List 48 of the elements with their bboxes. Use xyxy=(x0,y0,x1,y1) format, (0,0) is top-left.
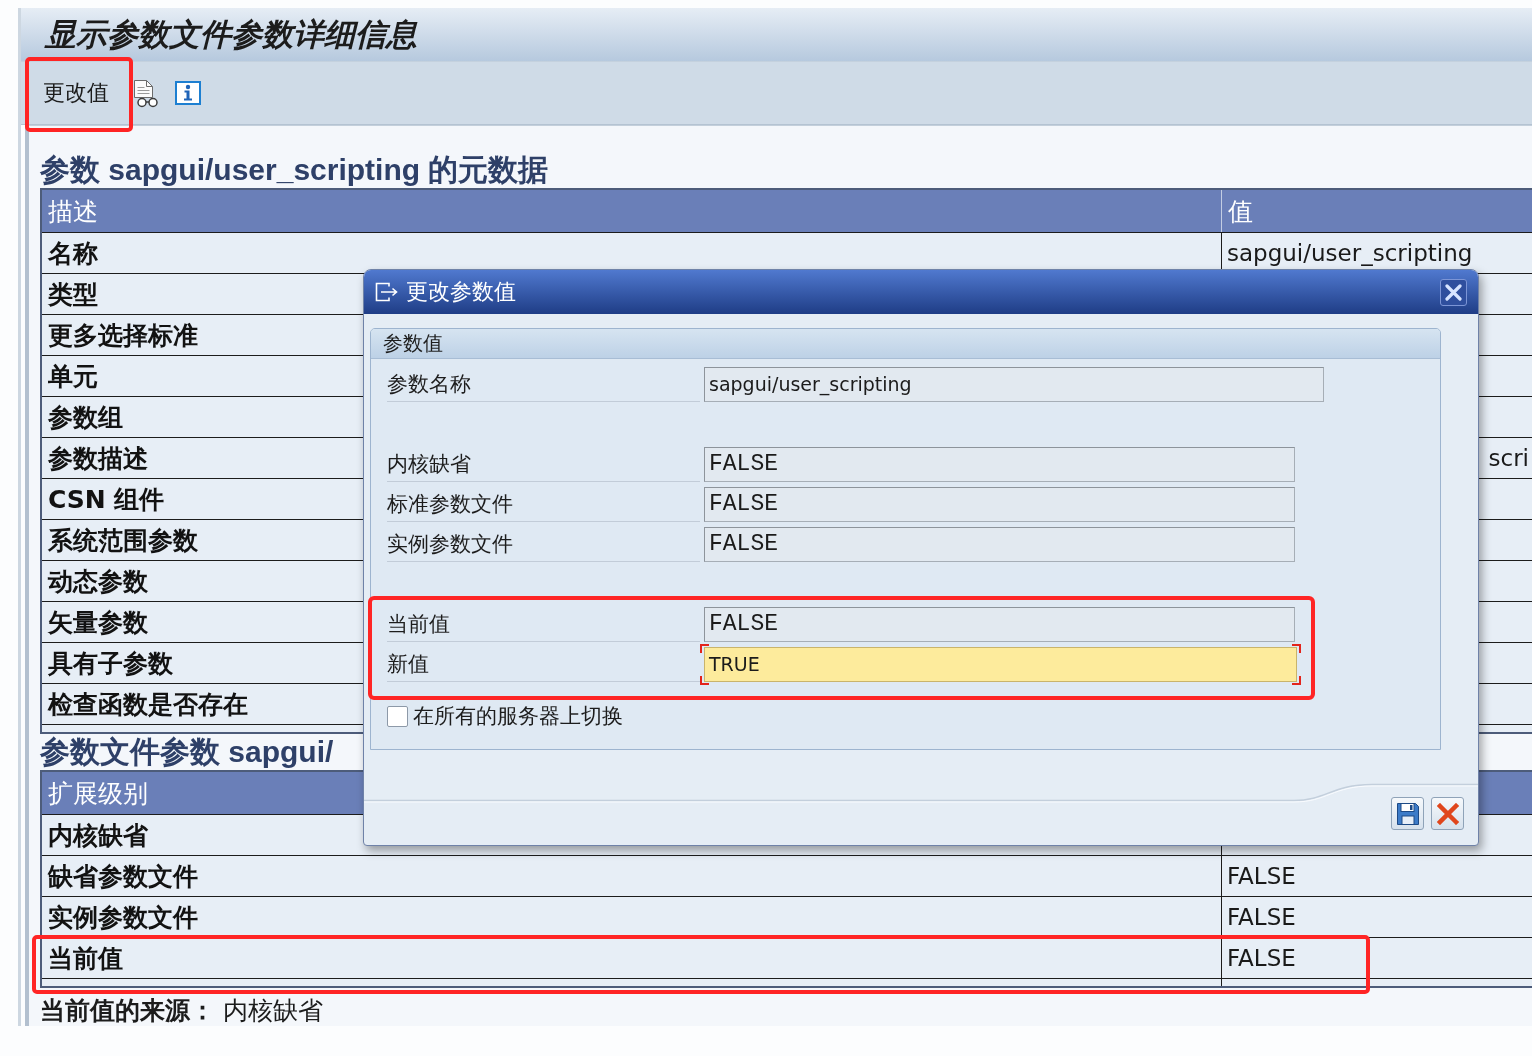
group-header: 参数值 xyxy=(371,329,1440,359)
row-label: 更多选择标准 xyxy=(48,319,198,352)
document-glasses-icon[interactable] xyxy=(133,78,159,108)
row-label: 参数描述 xyxy=(48,442,148,475)
field-label: 实例参数文件 xyxy=(387,528,700,562)
window-title: 显示参数文件参数详细信息 xyxy=(45,14,417,54)
cross-icon xyxy=(1436,802,1459,825)
row-label: 矢量参数 xyxy=(48,606,148,639)
row-label: 类型 xyxy=(48,278,98,311)
checkbox-label[interactable]: 在所有的服务器上切换 xyxy=(413,702,623,730)
row-label: 检查函数是否存在 xyxy=(48,688,248,721)
cancel-button[interactable] xyxy=(1431,797,1464,830)
close-icon xyxy=(1445,283,1462,301)
source-text: 当前值的来源： 内核缺省 xyxy=(40,996,323,1026)
info-icon[interactable] xyxy=(175,81,201,105)
field-label: 内核缺省 xyxy=(387,448,700,482)
row-label: 具有子参数 xyxy=(48,647,173,680)
checkbox[interactable] xyxy=(387,705,408,727)
cell-value: sapgui/user_scripting xyxy=(1227,239,1473,267)
row-label: 单元 xyxy=(48,360,98,393)
row-label: 内核缺省 xyxy=(48,819,148,852)
field-label: 新值 xyxy=(387,648,700,682)
cell-value: FALSE xyxy=(1227,903,1296,931)
save-icon xyxy=(1395,801,1420,826)
row-label: 参数组 xyxy=(48,401,123,434)
box-arrow-icon xyxy=(375,282,399,302)
field-label: 当前值 xyxy=(387,608,700,642)
section-heading: 参数文件参数 sapgui/ xyxy=(40,734,334,770)
column-header: 扩展级别 xyxy=(48,777,148,810)
dialog-title: 更改参数值 xyxy=(406,278,517,306)
column-header: 描述 xyxy=(48,195,98,228)
row-label: 实例参数文件 xyxy=(48,901,198,934)
row-label: 系统范围参数 xyxy=(48,524,198,557)
field-label: 标准参数文件 xyxy=(387,488,700,522)
row-label: 当前值 xyxy=(48,942,123,975)
row-label: 名称 xyxy=(48,237,98,270)
row-label: 缺省参数文件 xyxy=(48,860,198,893)
row-label: 动态参数 xyxy=(48,565,148,598)
column-header: 值 xyxy=(1228,195,1253,228)
cell-value: FALSE xyxy=(1227,944,1296,972)
close-button[interactable] xyxy=(1440,278,1467,306)
save-button[interactable] xyxy=(1391,797,1424,830)
field-label: 参数名称 xyxy=(387,368,700,402)
section-heading: 参数 sapgui/user_scripting 的元数据 xyxy=(40,152,549,188)
change-value-button[interactable]: 更改值 xyxy=(35,72,117,114)
row-label: CSN 组件 xyxy=(48,483,165,516)
cell-value: FALSE xyxy=(1227,862,1296,890)
cell-value: scri xyxy=(1488,444,1529,472)
